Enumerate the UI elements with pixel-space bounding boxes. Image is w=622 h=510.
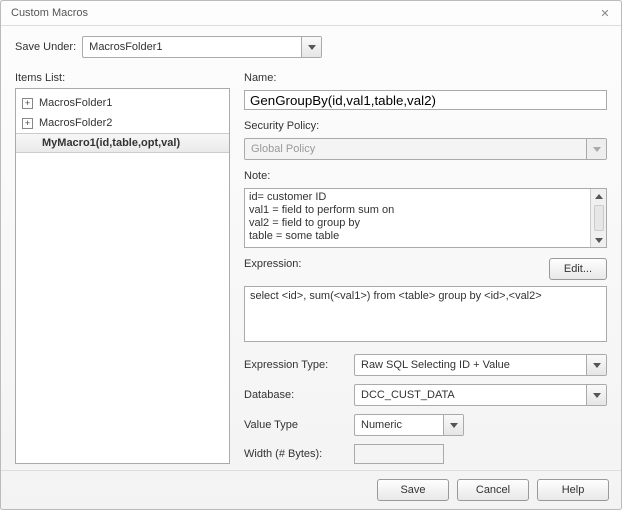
tree-node-folder1[interactable]: + MacrosFolder1: [16, 93, 229, 113]
expression-text: select <id>, sum(<val1>) from <table> gr…: [250, 290, 542, 302]
scroll-up-icon[interactable]: [591, 189, 606, 203]
close-icon[interactable]: ✕: [597, 5, 613, 21]
expression-type-label: Expression Type:: [244, 359, 354, 371]
expression-textarea[interactable]: select <id>, sum(<val1>) from <table> gr…: [244, 286, 607, 342]
note-text: id= customer ID val1 = field to perform …: [245, 189, 590, 247]
value-type-label: Value Type: [244, 419, 354, 431]
scrollbar[interactable]: [590, 189, 606, 247]
cancel-button[interactable]: Cancel: [457, 479, 529, 501]
tree-node-folder2[interactable]: + MacrosFolder2: [16, 113, 229, 133]
custom-macros-dialog: Custom Macros ✕ Save Under: MacrosFolder…: [0, 0, 622, 510]
chevron-down-icon[interactable]: [301, 37, 321, 57]
database-value: DCC_CUST_DATA: [355, 389, 586, 401]
titlebar: Custom Macros ✕: [1, 1, 621, 26]
width-label: Width (# Bytes):: [244, 448, 354, 460]
save-under-value: MacrosFolder1: [83, 41, 301, 53]
tree-node-label: MacrosFolder2: [39, 117, 112, 129]
scroll-down-icon[interactable]: [591, 233, 606, 247]
save-button[interactable]: Save: [377, 479, 449, 501]
help-button[interactable]: Help: [537, 479, 609, 501]
width-input: [354, 444, 444, 464]
expression-label: Expression:: [244, 258, 301, 270]
scroll-thumb[interactable]: [594, 205, 604, 231]
dialog-footer: Save Cancel Help: [1, 470, 621, 509]
expression-type-combo[interactable]: Raw SQL Selecting ID + Value: [354, 354, 607, 376]
expression-type-value: Raw SQL Selecting ID + Value: [355, 359, 586, 371]
database-combo[interactable]: DCC_CUST_DATA: [354, 384, 607, 406]
edit-button[interactable]: Edit...: [549, 258, 607, 280]
chevron-down-icon[interactable]: [443, 415, 463, 435]
tree-node-macro-selected[interactable]: MyMacro1(id,table,opt,val): [16, 133, 229, 153]
database-label: Database:: [244, 389, 354, 401]
chevron-down-icon[interactable]: [586, 385, 606, 405]
dialog-title: Custom Macros: [11, 7, 88, 19]
security-policy-value: Global Policy: [245, 143, 586, 155]
expand-icon[interactable]: +: [22, 118, 33, 129]
chevron-down-icon: [586, 139, 606, 159]
chevron-down-icon[interactable]: [586, 355, 606, 375]
note-label: Note:: [244, 170, 607, 182]
name-label: Name:: [244, 72, 607, 84]
security-policy-combo: Global Policy: [244, 138, 607, 160]
expand-icon[interactable]: +: [22, 98, 33, 109]
security-policy-label: Security Policy:: [244, 120, 607, 132]
note-textarea[interactable]: id= customer ID val1 = field to perform …: [244, 188, 607, 248]
save-under-row: Save Under: MacrosFolder1: [15, 36, 607, 58]
items-list-tree[interactable]: + MacrosFolder1 + MacrosFolder2 MyMacro1…: [15, 88, 230, 464]
save-under-label: Save Under:: [15, 41, 76, 53]
tree-node-label: MacrosFolder1: [39, 97, 112, 109]
value-type-value: Numeric: [355, 419, 443, 431]
save-under-combo[interactable]: MacrosFolder1: [82, 36, 322, 58]
tree-node-label: MyMacro1(id,table,opt,val): [42, 137, 180, 149]
name-input[interactable]: [244, 90, 607, 110]
value-type-combo[interactable]: Numeric: [354, 414, 464, 436]
items-list-label: Items List:: [15, 72, 230, 84]
